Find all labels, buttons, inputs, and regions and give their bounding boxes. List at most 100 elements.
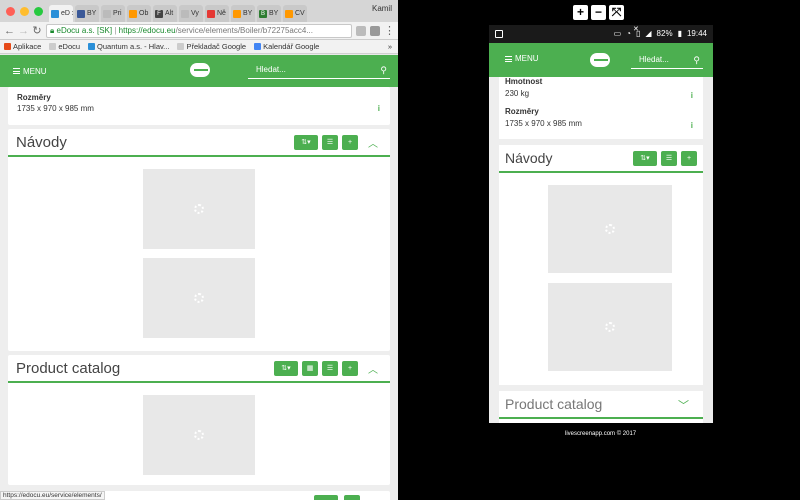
sim-icon: ▯ <box>635 29 641 38</box>
zoom-window-button[interactable] <box>34 7 43 16</box>
add-button[interactable]: + <box>342 135 358 150</box>
sort-button[interactable] <box>314 495 338 500</box>
edocu-logo[interactable] <box>590 53 610 67</box>
catalog-title: Product catalog <box>505 396 603 412</box>
list-view-button[interactable]: ☰ <box>322 135 338 150</box>
tab-favicon-icon <box>103 9 111 18</box>
reload-icon[interactable]: ↻ <box>32 22 42 40</box>
browser-tab[interactable]: BY <box>75 5 99 22</box>
tab-label: CV <box>295 10 305 17</box>
tab-label: BY <box>243 10 253 17</box>
credit-text: livescreenapp.com © 2017 <box>565 431 637 437</box>
spec-dimensions-label: Rozměry <box>505 107 539 116</box>
document-thumbnail[interactable] <box>143 395 255 475</box>
bookmark-item[interactable]: Quantum a.s. - Hlav... <box>88 42 169 51</box>
tab-label: Ob <box>139 10 149 17</box>
minimize-window-button[interactable] <box>20 7 29 16</box>
browser-tab[interactable]: B BY <box>257 5 281 22</box>
extension-icon[interactable] <box>356 25 366 36</box>
edocu-page-desktop: MENU Hledat... ⚲ Rozměry 1735 x 970 x 98… <box>0 55 398 500</box>
clock: 19:44 <box>686 29 707 38</box>
loading-spinner-icon <box>194 204 204 214</box>
document-thumbnail[interactable] <box>548 283 672 371</box>
info-icon[interactable]: i <box>378 104 380 113</box>
bookmark-label: Aplikace <box>13 42 42 51</box>
forward-arrow-icon[interactable]: → <box>18 22 29 40</box>
loading-spinner-icon <box>194 430 204 440</box>
bookmark-item[interactable]: Kalendář Google <box>254 42 319 51</box>
browser-tab[interactable]: Ob <box>127 5 151 22</box>
sort-button[interactable]: ⇅▾ <box>294 135 318 150</box>
search-icon[interactable]: ⚲ <box>693 51 700 69</box>
bookmark-item[interactable]: Překladač Google <box>177 42 246 51</box>
android-status-bar: ✕ ▭ ◔ ▯ ◢ 82% ▮ 19:44 <box>489 25 713 43</box>
browser-tab[interactable]: eDx <box>49 5 73 22</box>
loading-spinner-icon <box>605 322 615 332</box>
menu-button[interactable]: MENU <box>505 54 539 63</box>
back-arrow-icon[interactable]: ← <box>4 22 15 40</box>
tab-favicon-icon <box>207 9 215 18</box>
info-icon[interactable]: i <box>691 91 693 100</box>
browser-tab[interactable]: Pri <box>101 5 125 22</box>
tab-favicon-icon <box>77 9 85 18</box>
add-button[interactable]: + <box>342 361 358 376</box>
catalog-header: Product catalog ⇅▾ ▦ ☰ + ︿ <box>8 355 390 383</box>
list-view-button[interactable]: ☰ <box>661 151 677 166</box>
link-status-bar: https://edocu.eu/service/elements/ <box>0 491 105 500</box>
battery-icon: ▮ <box>677 29 682 38</box>
bookmark-item[interactable]: Aplikace <box>4 42 41 51</box>
grid-view-button[interactable]: ▦ <box>302 361 318 376</box>
document-thumbnail[interactable] <box>143 169 255 249</box>
fit-screen-button[interactable]: ⤧ <box>609 5 624 20</box>
menu-button[interactable]: MENU <box>0 67 47 76</box>
browser-tab[interactable]: CV <box>283 5 307 22</box>
add-button[interactable] <box>344 495 360 500</box>
tab-bar: eDxBYPriObFAltVyNěBYBBYCV Kamil <box>0 0 398 22</box>
url-field[interactable]: 🔒︎ eDocu a.s. [SK] | https://edocu.eu/se… <box>46 23 352 38</box>
list-view-button[interactable]: ☰ <box>322 361 338 376</box>
specs-card: Rozměry 1735 x 970 x 985 mm i <box>8 87 390 125</box>
add-button[interactable]: + <box>681 151 697 166</box>
edocu-logo[interactable] <box>190 63 210 77</box>
navody-header: Návody ⇅▾ ☰ + ︿ <box>8 129 390 157</box>
sort-button[interactable]: ⇅▾ <box>274 361 298 376</box>
bookmarks-more-icon[interactable]: » <box>388 42 398 51</box>
browser-tab[interactable]: Vy <box>179 5 203 22</box>
navody-header: Návody ⇅▾ ☰ + <box>499 145 703 173</box>
search-input[interactable]: Hledat... ⚲ <box>631 51 703 69</box>
search-input[interactable]: Hledat... ⚲ <box>248 61 390 79</box>
browser-tab[interactable]: Ně <box>205 5 229 22</box>
search-icon[interactable]: ⚲ <box>380 61 387 79</box>
document-thumbnail[interactable] <box>548 185 672 273</box>
profile-name[interactable]: Kamil <box>372 4 392 13</box>
document-thumbnail[interactable] <box>143 258 255 338</box>
menu-label: MENU <box>23 66 47 76</box>
tab-favicon-icon: B <box>259 9 267 18</box>
expand-chevron-icon[interactable]: ﹀ <box>678 397 689 413</box>
tab-close-icon[interactable]: x <box>72 10 73 17</box>
site-navbar-mobile: MENU Hledat... ⚲ <box>489 43 713 77</box>
browser-menu-icon[interactable]: ⋮ <box>384 22 395 40</box>
browser-tab[interactable]: BY <box>231 5 255 22</box>
zoom-in-button[interactable]: + <box>573 5 588 20</box>
navody-title: Návody <box>16 133 67 151</box>
browser-tab[interactable]: F Alt <box>153 5 177 22</box>
collapse-chevron-icon[interactable]: ︿ <box>368 361 378 376</box>
bookmark-icon <box>49 43 57 50</box>
hamburger-icon <box>505 55 512 62</box>
collapse-chevron-icon[interactable]: ︿ <box>368 135 378 150</box>
bookmark-label: Překladač Google <box>186 42 247 51</box>
url-host: https://edocu.eu <box>118 25 176 35</box>
info-icon[interactable]: i <box>691 121 693 130</box>
navody-card: Návody ⇅▾ ☰ + ︿ <box>8 129 390 351</box>
bookmark-icon <box>88 43 96 50</box>
sort-button[interactable]: ⇅▾ <box>633 151 657 166</box>
zoom-out-button[interactable]: − <box>591 5 606 20</box>
extension-icon-2[interactable] <box>370 25 380 36</box>
screen: eDxBYPriObFAltVyNěBYBBYCV Kamil ← → ↻ 🔒︎… <box>0 0 800 500</box>
close-window-button[interactable] <box>6 7 15 16</box>
tab-label: Pri <box>113 10 122 17</box>
catalog-header[interactable]: Product catalog ﹀ <box>499 391 703 419</box>
bookmark-item[interactable]: eDocu <box>49 42 80 51</box>
bookmark-label: eDocu <box>58 42 81 51</box>
